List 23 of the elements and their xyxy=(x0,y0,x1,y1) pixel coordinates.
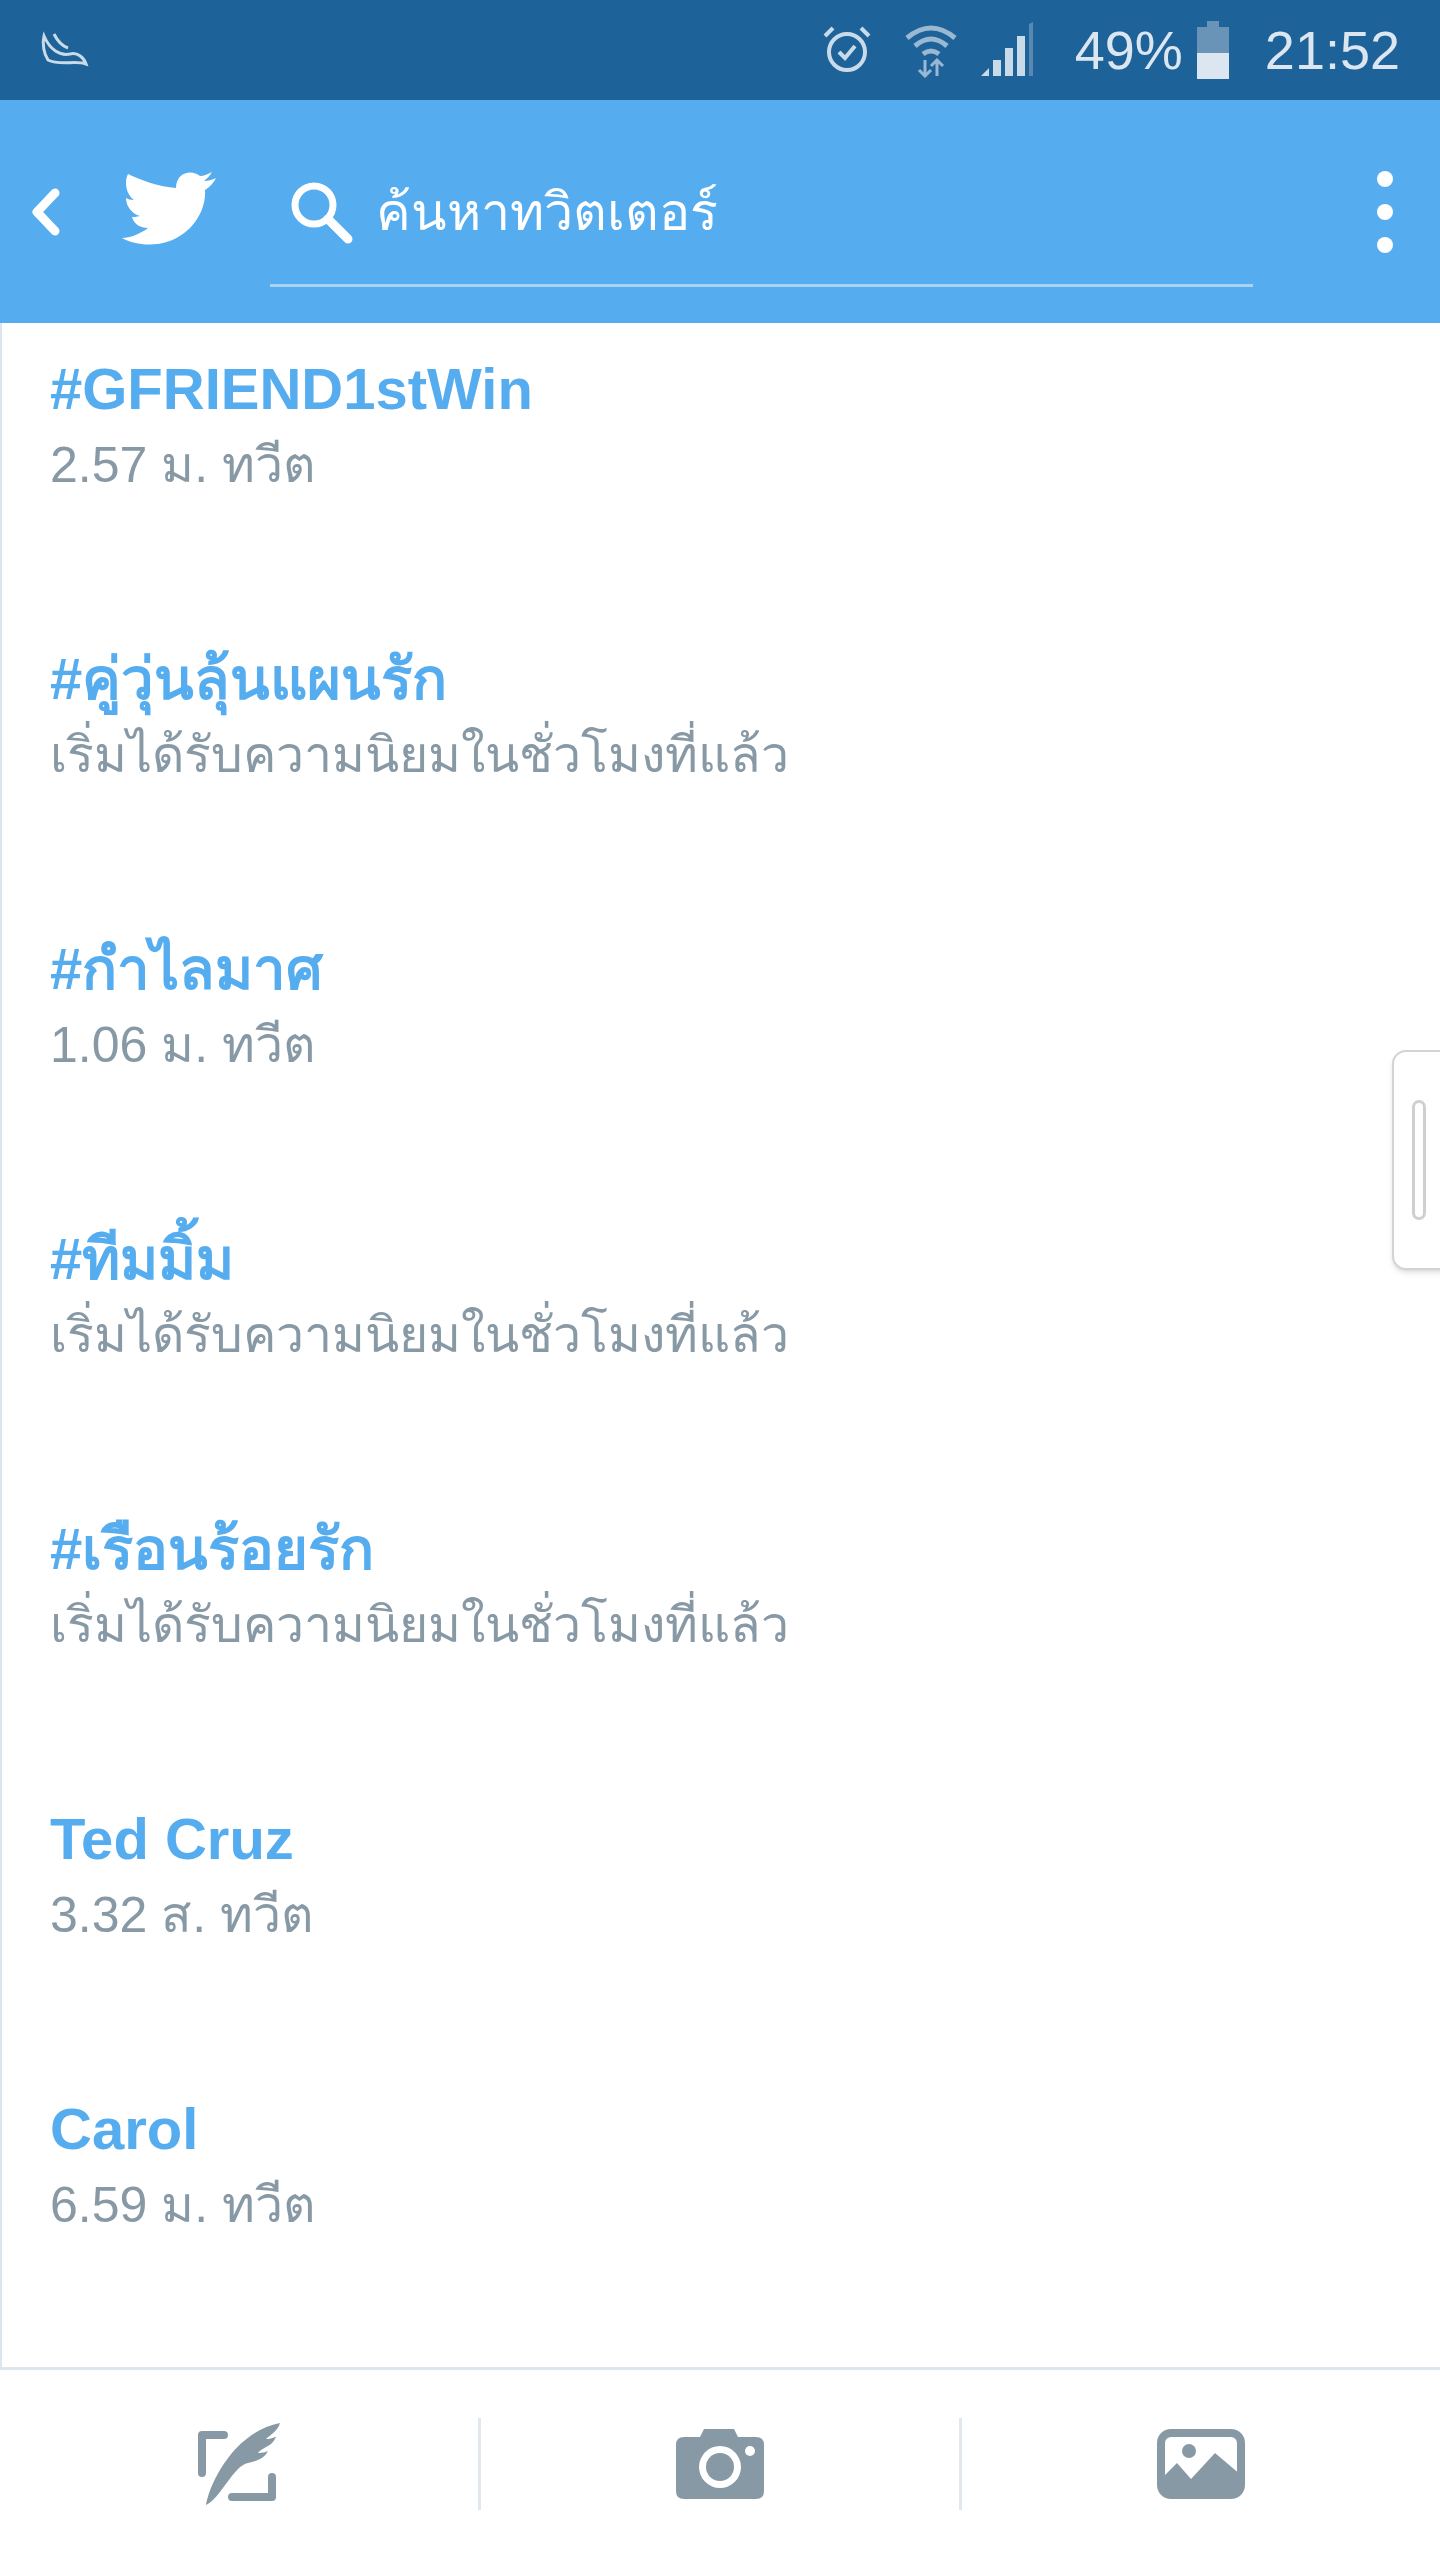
trend-title[interactable]: #เรือนร้อยรัก xyxy=(50,1511,375,1587)
search-placeholder: ค้นหาทวิตเตอร์ xyxy=(376,186,718,238)
battery-percentage: 49% xyxy=(1074,23,1183,77)
trend-title[interactable]: #คู่วุ่นลุ้นแผนรัก xyxy=(50,641,448,717)
quill-icon xyxy=(196,2420,282,2507)
trend-tweet-info: เริ่มได้รับความนิยมในชั่วโมงที่แล้ว xyxy=(50,1297,789,1373)
battery-icon xyxy=(1194,21,1231,79)
back-icon xyxy=(31,186,61,237)
trend-tweet-info: เริ่มได้รับความนิยมในชั่วโมงที่แล้ว xyxy=(50,717,789,793)
trend-tweet-info: 3.32 ส. ทวีต xyxy=(50,1886,313,1945)
edge-panel-handle[interactable] xyxy=(1392,1050,1440,1270)
trend-tweet-info: เริ่มได้รับความนิยมในชั่วโมงที่แล้ว xyxy=(50,1587,789,1663)
camera-icon xyxy=(676,2428,764,2499)
more-icon xyxy=(1375,168,1395,255)
trend-title[interactable]: Ted Cruz xyxy=(50,1801,294,1877)
trend-tweet-info: 6.59 ม. ทวีต xyxy=(50,2176,315,2235)
trend-tweet-info: 1.06 ม. ทวีต xyxy=(50,1016,315,1075)
trend-title[interactable]: #กำไลมาศ xyxy=(50,931,324,1007)
image-icon xyxy=(1157,2428,1245,2499)
trend-title[interactable]: Carol xyxy=(50,2091,199,2167)
trend-tweet-info: 2.57 ม. ทวีต xyxy=(50,436,315,495)
trend-title[interactable]: #GFRIEND1stWin xyxy=(50,351,533,427)
clock-time: 21:52 xyxy=(1264,23,1400,77)
